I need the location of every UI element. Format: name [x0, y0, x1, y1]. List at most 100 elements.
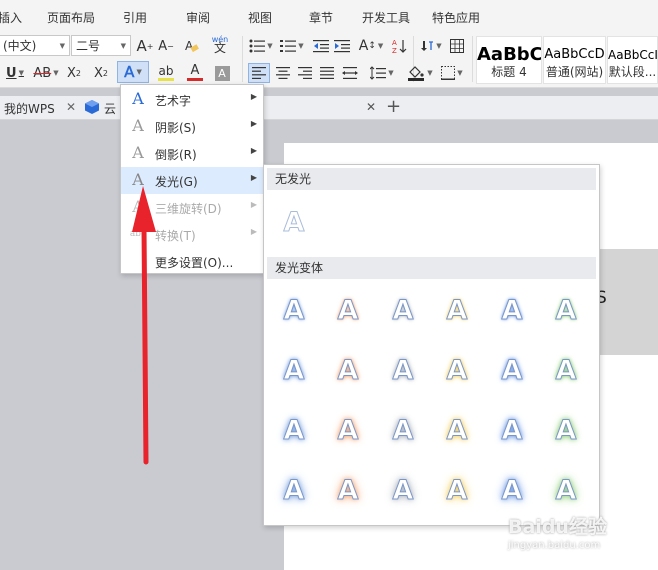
- style-name: 普通(网站): [545, 65, 604, 79]
- glow-variant-option[interactable]: A: [439, 411, 475, 451]
- menu-item-glow[interactable]: A 发光(G) ▶: [121, 167, 263, 194]
- chevron-right-icon: ▶: [250, 200, 257, 209]
- tab-page-layout[interactable]: 页面布局: [47, 9, 95, 26]
- glow-variant-option[interactable]: A: [439, 291, 475, 331]
- glow-variant-option[interactable]: A: [494, 351, 530, 391]
- glow-variant-option[interactable]: A: [548, 411, 584, 451]
- pinyin-guide-button[interactable]: wén 文: [205, 34, 235, 54]
- text-effect-button[interactable]: A ▼: [117, 61, 149, 83]
- align-left-button[interactable]: [248, 63, 270, 83]
- char-shading-button[interactable]: A: [213, 63, 231, 83]
- chevron-down-icon: ▼: [136, 68, 142, 76]
- new-tab-plus-icon[interactable]: +: [386, 96, 401, 117]
- glow-variant-option[interactable]: A: [439, 471, 475, 511]
- shading-button[interactable]: ▼: [405, 63, 435, 83]
- tab-review[interactable]: 审阅: [186, 9, 210, 26]
- menu-item-label: 更多设置(O)...: [155, 256, 234, 270]
- shadow-icon: A: [132, 116, 144, 135]
- tab-insert[interactable]: 插入: [0, 9, 22, 26]
- decrease-indent-button[interactable]: [312, 36, 330, 56]
- show-marks-button[interactable]: ▼: [418, 36, 444, 56]
- no-glow-option[interactable]: A: [276, 203, 312, 243]
- text-effect-menu: A 艺术字 ▶ A 阴影(S) ▶ A 倒影(R) ▶ A 发光(G) ▶ A …: [120, 84, 264, 274]
- paint-bucket-icon: [408, 66, 425, 81]
- style-sample: AaBbCcI: [608, 48, 657, 62]
- chevron-right-icon: ▶: [250, 119, 257, 128]
- numbering-button[interactable]: ▼: [278, 36, 306, 56]
- align-right-button[interactable]: [296, 63, 314, 83]
- tab-special-apps[interactable]: 特色应用: [432, 9, 480, 26]
- close-icon[interactable]: ✕: [66, 100, 76, 114]
- glow-variant-option[interactable]: A: [276, 351, 312, 391]
- tab-references[interactable]: 引用: [123, 9, 147, 26]
- no-glow-header: 无发光: [267, 168, 596, 190]
- glow-variant-option[interactable]: A: [330, 471, 366, 511]
- char-spacing-button[interactable]: A ↕ ▼: [357, 36, 385, 56]
- menu-item-transform[interactable]: abc 转换(T) ▶: [121, 221, 263, 248]
- sort-button[interactable]: AZ: [390, 36, 408, 56]
- glow-variant-option[interactable]: A: [494, 411, 530, 451]
- chevron-down-icon: ▼: [53, 69, 59, 77]
- glow-variant-option[interactable]: A: [494, 471, 530, 511]
- superscript-button[interactable]: X2: [64, 63, 84, 83]
- glow-variant-option[interactable]: A: [548, 291, 584, 331]
- align-center-button[interactable]: [274, 63, 292, 83]
- menu-item-3d-rotation[interactable]: A 三维旋转(D) ▶: [121, 194, 263, 221]
- tab-view[interactable]: 视图: [248, 9, 272, 26]
- glow-variant-option[interactable]: A: [548, 351, 584, 391]
- table-button[interactable]: [448, 36, 466, 56]
- menu-item-wordart[interactable]: A 艺术字 ▶: [121, 86, 263, 113]
- glow-variant-option[interactable]: A: [276, 291, 312, 331]
- highlight-button[interactable]: ab: [151, 62, 181, 82]
- font-name-combo[interactable]: (中文) ▼: [0, 35, 70, 56]
- chevron-right-icon: ▶: [250, 227, 257, 236]
- font-name-value: (中文): [3, 39, 37, 53]
- tab-my-wps[interactable]: 我的WPS: [4, 100, 55, 117]
- align-left-icon: [252, 67, 266, 79]
- glow-variant-option[interactable]: A: [385, 471, 421, 511]
- line-spacing-button[interactable]: ▼: [368, 63, 396, 83]
- subscript-button[interactable]: X2: [91, 63, 111, 83]
- reflection-icon: A: [132, 143, 144, 162]
- style-default-paragraph[interactable]: AaBbCcI 默认段...: [607, 36, 658, 84]
- grow-font-button[interactable]: A +: [136, 36, 154, 56]
- chevron-down-icon: ▼: [436, 42, 442, 50]
- ribbon-divider: [242, 36, 243, 82]
- glow-variant-option[interactable]: A: [330, 411, 366, 451]
- close-icon[interactable]: ✕: [366, 100, 376, 114]
- glow-variant-option[interactable]: A: [276, 471, 312, 511]
- menu-item-label: 三维旋转(D): [155, 202, 222, 216]
- glow-variant-option[interactable]: A: [548, 471, 584, 511]
- menu-item-reflection[interactable]: A 倒影(R) ▶: [121, 140, 263, 167]
- align-right-icon: [298, 67, 312, 79]
- tab-chapter[interactable]: 章节: [309, 9, 333, 26]
- distributed-button[interactable]: [340, 63, 360, 83]
- bullets-button[interactable]: ▼: [247, 36, 275, 56]
- glow-variant-option[interactable]: A: [494, 291, 530, 331]
- glow-variant-option[interactable]: A: [330, 351, 366, 391]
- strikethrough-button[interactable]: AB ▼: [31, 63, 61, 83]
- glow-variant-option[interactable]: A: [385, 411, 421, 451]
- menu-item-more-settings[interactable]: 更多设置(O)...: [121, 248, 263, 275]
- increase-indent-button[interactable]: [333, 36, 351, 56]
- underline-button[interactable]: U ▼: [3, 63, 27, 83]
- glow-variant-option[interactable]: A: [330, 291, 366, 331]
- glow-variant-option[interactable]: A: [439, 351, 475, 391]
- style-normal-web[interactable]: AaBbCcD 普通(网站): [543, 36, 606, 84]
- font-size-combo[interactable]: 二号 ▼: [71, 35, 131, 56]
- menu-item-shadow[interactable]: A 阴影(S) ▶: [121, 113, 263, 140]
- borders-button[interactable]: ▼: [438, 63, 466, 83]
- glow-submenu: 无发光 A 发光变体 AAAAAAAAAAAAAAAAAAAAAAAA: [263, 164, 600, 526]
- font-color-button[interactable]: A: [181, 62, 209, 82]
- tab-developer-tools[interactable]: 开发工具: [362, 9, 410, 26]
- justify-button[interactable]: [318, 63, 336, 83]
- shrink-font-button[interactable]: A −: [157, 36, 175, 56]
- shrink-font-icon: A: [158, 38, 168, 54]
- glow-variant-option[interactable]: A: [385, 351, 421, 391]
- clear-format-button[interactable]: A: [182, 36, 200, 56]
- style-heading4[interactable]: AaBbC 标题 4: [476, 36, 542, 84]
- tab-cloud-doc[interactable]: 云: [104, 100, 116, 117]
- glow-icon: A: [132, 170, 144, 189]
- glow-variant-option[interactable]: A: [385, 291, 421, 331]
- glow-variant-option[interactable]: A: [276, 411, 312, 451]
